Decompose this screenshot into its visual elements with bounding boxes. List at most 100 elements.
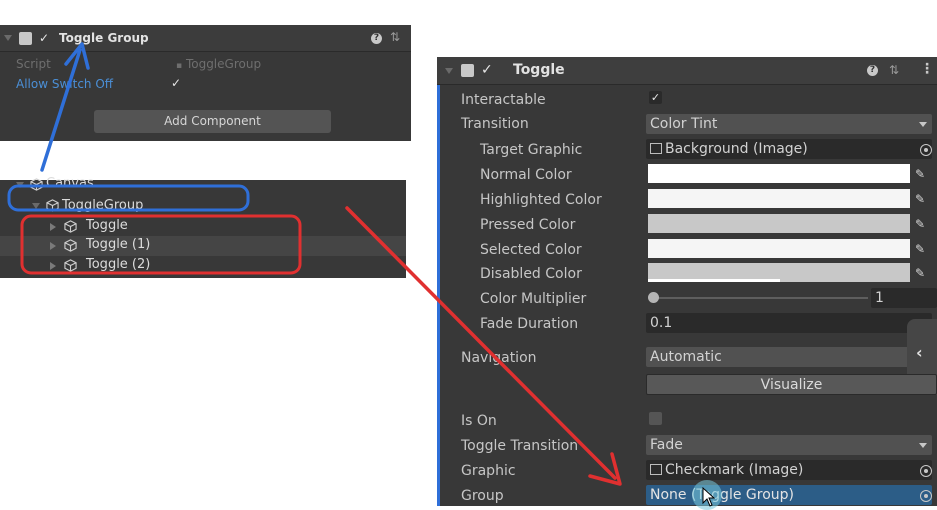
- enabled-checkmark-icon[interactable]: ✓: [481, 63, 493, 77]
- graphic-label: Graphic: [461, 463, 516, 479]
- add-component-button[interactable]: Add Component: [94, 110, 331, 133]
- fade-duration-field[interactable]: 0.1: [646, 313, 932, 333]
- expand-icon[interactable]: [50, 242, 56, 250]
- hierarchy-label: ToggleGroup: [62, 198, 144, 213]
- help-icon[interactable]: ?: [867, 65, 878, 76]
- eyedropper-icon[interactable]: ✎: [915, 242, 929, 256]
- toggle-group-inspector: ✓ Toggle Group ? ⇅ Script ▪ ToggleGroup …: [0, 25, 411, 141]
- graphic-field[interactable]: Checkmark (Image): [646, 460, 932, 480]
- gameobject-icon: [46, 199, 59, 212]
- color-multiplier-label: Color Multiplier: [480, 291, 587, 307]
- hierarchy-label: Canvas: [46, 176, 94, 191]
- hierarchy-label: Toggle (2): [86, 257, 151, 272]
- normal-color-swatch[interactable]: [648, 164, 910, 183]
- fade-duration-value: 0.1: [650, 315, 673, 331]
- foldout-icon[interactable]: [32, 203, 40, 209]
- disabled-color-label: Disabled Color: [480, 266, 582, 282]
- slider-track[interactable]: [653, 297, 868, 299]
- is-on-checkbox[interactable]: [649, 412, 662, 425]
- toggle-header[interactable]: ✓ Toggle ? ⇅ ⋮: [437, 57, 937, 85]
- script-value: ToggleGroup: [185, 57, 262, 71]
- image-icon: [650, 142, 662, 154]
- interactable-checkbox[interactable]: ✓: [649, 91, 662, 104]
- toggle-transition-dropdown[interactable]: Fade: [646, 435, 932, 455]
- foldout-icon[interactable]: [16, 182, 24, 188]
- target-graphic-label: Target Graphic: [480, 142, 583, 158]
- highlighted-color-label: Highlighted Color: [480, 192, 602, 208]
- presets-icon[interactable]: ⇅: [889, 63, 899, 77]
- pressed-color-label: Pressed Color: [480, 217, 576, 233]
- allow-switch-off-checkbox[interactable]: ✓: [171, 76, 181, 90]
- slider-thumb[interactable]: [648, 292, 659, 303]
- eyedropper-icon[interactable]: ✎: [915, 266, 929, 280]
- hierarchy-row-canvas[interactable]: Canvas: [0, 176, 406, 196]
- object-picker-icon[interactable]: [920, 144, 932, 156]
- component-title: Toggle: [513, 62, 565, 78]
- presets-icon[interactable]: ⇅: [390, 30, 400, 44]
- color-multiplier-value: 1: [875, 290, 884, 306]
- navigation-label: Navigation: [461, 350, 537, 366]
- hierarchy-label: Toggle (1): [86, 237, 151, 252]
- eyedropper-icon[interactable]: ✎: [915, 167, 929, 181]
- chevron-left-icon[interactable]: ‹: [916, 343, 923, 362]
- color-multiplier-field[interactable]: 1: [871, 288, 937, 308]
- component-icon: [19, 32, 32, 45]
- chevron-down-icon: [919, 122, 927, 127]
- foldout-icon[interactable]: [4, 35, 12, 41]
- disabled-color-swatch[interactable]: [648, 263, 910, 282]
- highlighted-color-swatch[interactable]: [648, 189, 910, 208]
- gameobject-icon: [64, 239, 77, 252]
- normal-color-label: Normal Color: [480, 167, 572, 183]
- mouse-cursor-icon: [702, 487, 716, 507]
- toggle-inspector: ✓ Toggle ? ⇅ ⋮ Interactable ✓ Transition…: [437, 57, 937, 510]
- transition-label: Transition: [461, 116, 529, 132]
- toggle-transition-value: Fade: [650, 437, 683, 453]
- object-picker-icon[interactable]: [920, 490, 932, 502]
- object-picker-icon[interactable]: [920, 465, 932, 477]
- component-title: Toggle Group: [59, 31, 149, 45]
- hierarchy-panel: Canvas ToggleGroup Toggle Toggle (1) Tog…: [0, 176, 406, 278]
- navigation-dropdown[interactable]: Automatic: [646, 347, 932, 367]
- pressed-color-swatch[interactable]: [648, 214, 910, 233]
- transition-dropdown[interactable]: Color Tint: [646, 114, 932, 134]
- selection-accent: [437, 57, 440, 506]
- hierarchy-label: Toggle: [86, 218, 128, 233]
- expand-icon[interactable]: [50, 223, 56, 231]
- kebab-icon[interactable]: ⋮: [920, 61, 934, 77]
- transition-value: Color Tint: [650, 116, 718, 132]
- eyedropper-icon[interactable]: ✎: [915, 192, 929, 206]
- navigation-value: Automatic: [650, 349, 722, 365]
- graphic-value: Checkmark (Image): [665, 462, 804, 478]
- script-label: Script: [16, 57, 51, 71]
- toggle-group-header[interactable]: ✓ Toggle Group ? ⇅: [0, 25, 411, 52]
- is-on-label: Is On: [461, 413, 497, 429]
- group-label: Group: [461, 488, 504, 504]
- hierarchy-row-togglegroup[interactable]: ToggleGroup: [0, 196, 406, 216]
- fade-duration-label: Fade Duration: [480, 316, 579, 332]
- group-value: None (Toggle Group): [650, 487, 794, 503]
- toggle-transition-label: Toggle Transition: [461, 438, 579, 454]
- visualize-button[interactable]: Visualize: [646, 374, 937, 395]
- expand-icon[interactable]: [50, 262, 56, 270]
- hierarchy-row-toggle[interactable]: Toggle: [0, 217, 406, 237]
- selected-color-swatch[interactable]: [648, 239, 910, 258]
- help-icon[interactable]: ?: [371, 33, 382, 44]
- image-icon: [650, 463, 662, 475]
- script-field: ▪ ToggleGroup: [176, 57, 262, 71]
- allow-switch-off-label: Allow Switch Off: [16, 77, 114, 91]
- target-graphic-field[interactable]: Background (Image): [646, 139, 932, 159]
- chevron-down-icon: [919, 443, 927, 448]
- alpha-bar: [648, 279, 780, 282]
- interactable-label: Interactable: [461, 92, 546, 108]
- foldout-icon[interactable]: [445, 68, 453, 74]
- group-field[interactable]: None (Toggle Group): [646, 485, 932, 505]
- eyedropper-icon[interactable]: ✎: [915, 217, 929, 231]
- hierarchy-row-toggle-2[interactable]: Toggle (2): [0, 256, 406, 276]
- target-graphic-value: Background (Image): [665, 141, 808, 157]
- enabled-checkmark-icon[interactable]: ✓: [39, 31, 49, 45]
- selected-color-label: Selected Color: [480, 242, 582, 258]
- component-icon: [461, 64, 474, 77]
- gameobject-icon: [30, 178, 43, 191]
- hierarchy-row-toggle-1[interactable]: Toggle (1): [0, 236, 406, 256]
- gameobject-icon: [64, 259, 77, 272]
